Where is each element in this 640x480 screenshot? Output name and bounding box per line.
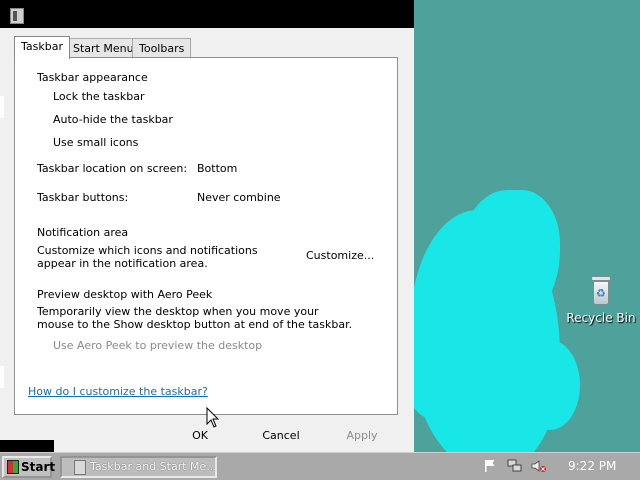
window-edge-fragment: [0, 440, 54, 452]
taskbar-properties-dialog: Taskbar Start Menu Toolbars Taskbar appe…: [0, 0, 414, 452]
window-edge-fragment: [0, 96, 4, 118]
location-label: Taskbar location on screen:: [37, 162, 188, 175]
aero-peek-description: Temporarily view the desktop when you mo…: [37, 305, 353, 331]
ok-button[interactable]: OK: [186, 427, 214, 445]
recycle-bin-icon: [590, 276, 612, 306]
appearance-heading: Taskbar appearance: [37, 71, 148, 84]
customize-button[interactable]: Customize...: [306, 249, 374, 262]
start-button[interactable]: Start: [2, 456, 56, 478]
window-edge-fragment: [0, 366, 4, 388]
notification-heading: Notification area: [37, 226, 129, 239]
tab-taskbar[interactable]: Taskbar: [14, 36, 70, 59]
dialog-app-icon: [10, 8, 24, 24]
windows-logo-icon: [7, 460, 19, 474]
flag-icon[interactable]: [482, 459, 498, 475]
system-clock[interactable]: 9:22 PM: [568, 459, 616, 473]
lock-taskbar-option[interactable]: Lock the taskbar: [53, 90, 145, 103]
dialog-titlebar[interactable]: [0, 0, 414, 28]
help-link[interactable]: How do I customize the taskbar?: [28, 385, 208, 398]
location-select[interactable]: Bottom: [197, 162, 237, 175]
aero-peek-heading: Preview desktop with Aero Peek: [37, 288, 213, 301]
window-app-icon: [74, 460, 86, 475]
cancel-button[interactable]: Cancel: [258, 427, 304, 445]
small-icons-option[interactable]: Use small icons: [53, 136, 138, 149]
notification-description: Customize which icons and notifications …: [37, 244, 258, 270]
apply-button[interactable]: Apply: [340, 427, 384, 445]
recycle-bin-label: Recycle Bin: [566, 311, 636, 325]
start-label: Start: [21, 460, 56, 474]
buttons-label: Taskbar buttons:: [37, 191, 129, 204]
buttons-select[interactable]: Never combine: [197, 191, 281, 204]
network-icon[interactable]: [507, 459, 523, 475]
auto-hide-option[interactable]: Auto-hide the taskbar: [53, 113, 173, 126]
taskbar: Start Taskbar and Start Me... 9:22 PM: [0, 452, 640, 480]
volume-muted-icon[interactable]: [531, 459, 547, 475]
tab-start-menu[interactable]: Start Menu: [66, 38, 141, 58]
taskbar-window-button[interactable]: Taskbar and Start Me...: [60, 456, 217, 478]
tab-toolbars[interactable]: Toolbars: [132, 38, 192, 58]
mouse-cursor-icon: [206, 407, 220, 428]
aero-peek-checkbox[interactable]: Use Aero Peek to preview the desktop: [53, 339, 262, 352]
taskbar-window-label: Taskbar and Start Me...: [90, 460, 217, 473]
taskbar-tab-panel: Taskbar appearance Lock the taskbar Auto…: [14, 57, 398, 415]
recycle-bin-desktop-icon[interactable]: Recycle Bin: [566, 276, 636, 325]
